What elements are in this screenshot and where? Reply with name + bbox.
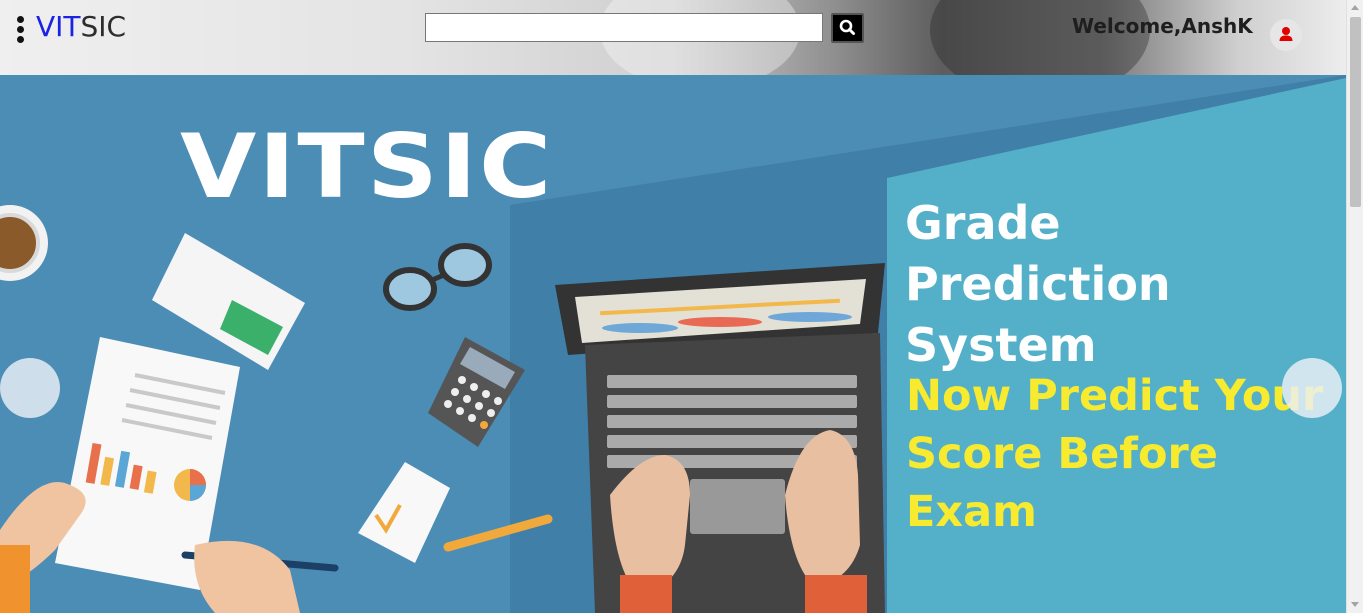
hero-tagline-line: Now Predict Your bbox=[906, 371, 1324, 421]
hero-tagline-line: Score Before bbox=[906, 429, 1218, 479]
carousel-next-button[interactable] bbox=[1282, 358, 1342, 418]
hero-carousel: VITSIC Grade Prediction System Now Predi… bbox=[0, 75, 1346, 613]
page-scrollbar[interactable] bbox=[1346, 0, 1363, 613]
hero-title-line: Grade Prediction bbox=[905, 196, 1171, 311]
hero-brand-title: VITSIC bbox=[180, 115, 554, 218]
logo-text-vit: VIT bbox=[36, 10, 81, 43]
search-button[interactable] bbox=[831, 13, 864, 43]
hero-tagline-line: Exam bbox=[906, 487, 1037, 537]
carousel-prev-button[interactable] bbox=[0, 358, 60, 418]
search-input[interactable] bbox=[425, 13, 823, 42]
scroll-up-arrow-icon[interactable] bbox=[1351, 5, 1359, 10]
top-navbar: VITSIC Welcome,AnshK bbox=[0, 0, 1346, 75]
menu-icon[interactable] bbox=[16, 16, 26, 44]
search-icon bbox=[839, 19, 855, 35]
user-icon bbox=[1279, 27, 1293, 41]
logo-text-sic: SIC bbox=[80, 10, 127, 43]
site-logo[interactable]: VITSIC bbox=[36, 10, 126, 43]
user-avatar-button[interactable] bbox=[1270, 19, 1302, 51]
scrollbar-thumb[interactable] bbox=[1350, 17, 1361, 207]
welcome-message: Welcome,AnshK bbox=[1072, 14, 1253, 38]
hero-title: Grade Prediction System bbox=[905, 193, 1335, 376]
scroll-down-arrow-icon[interactable] bbox=[1351, 602, 1359, 607]
hero-tagline: Now Predict Your Score Before Exam bbox=[906, 367, 1336, 541]
